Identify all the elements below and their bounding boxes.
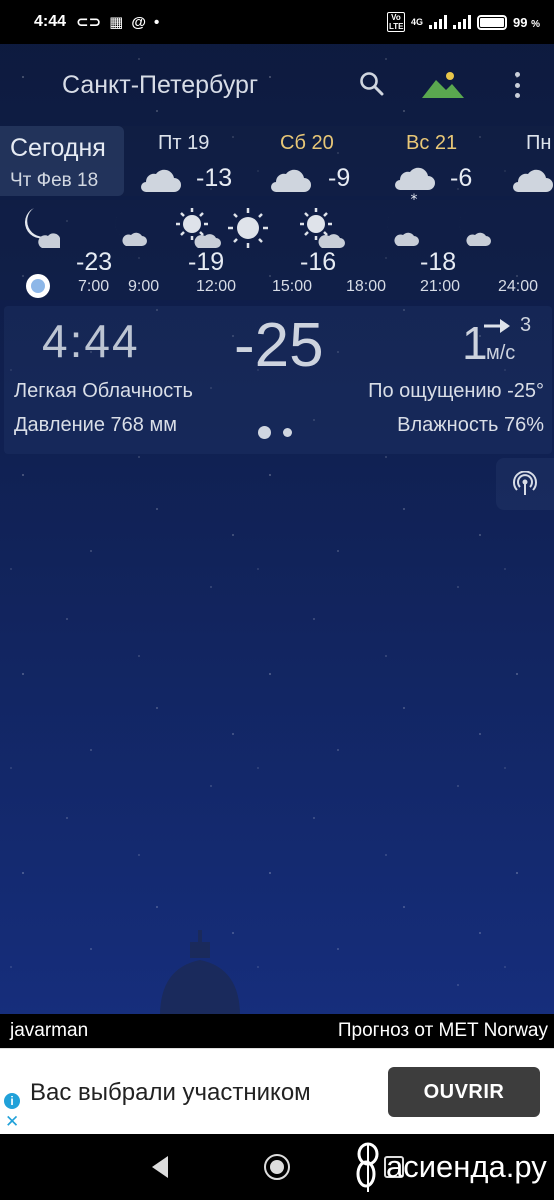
day-item[interactable]: Вс 21 * -6 <box>392 126 502 204</box>
cloud-icon <box>271 169 311 192</box>
sun-cloud-icon <box>300 208 345 248</box>
status-time: 4:44 <box>34 13 67 30</box>
moon-cloud-icon <box>459 212 491 246</box>
daily-forecast-row: Сегодня Чт Фев 18 Пт 19 -13 Сб 20 -9 Вс … <box>0 126 554 204</box>
pressure: Давление 768 мм <box>14 414 177 436</box>
hourly-temp: -23 <box>76 248 113 276</box>
network-type: 4G <box>410 17 423 27</box>
hourly-time: 21:00 <box>420 278 461 295</box>
ad-text[interactable]: Вас выбрали участником <box>30 1079 368 1107</box>
hourly-time: 24:00 <box>498 278 539 295</box>
mountain-icon[interactable] <box>422 70 464 100</box>
hourly-time: 12:00 <box>196 278 237 295</box>
ad-close-icon[interactable]: ✕ <box>5 1112 19 1132</box>
day-name: Вс 21 <box>406 132 458 154</box>
page-dot-active <box>258 426 271 439</box>
ad-open-button[interactable]: OUVRIR <box>388 1067 540 1117</box>
app-bar: Санкт-Петербург <box>0 60 554 110</box>
watermark: асиенда.ру <box>352 1140 547 1194</box>
moon-cloud-icon <box>24 208 60 248</box>
hourly-time: 9:00 <box>128 278 160 295</box>
hourly-temp: -18 <box>420 248 457 276</box>
city-title[interactable]: Санкт-Петербург <box>62 71 258 100</box>
clock: 4:44 <box>42 315 140 367</box>
more-vert-icon[interactable] <box>510 70 524 100</box>
volte-icon: Vo LTE <box>386 12 405 32</box>
page-dot <box>283 428 292 437</box>
cloud-icon <box>513 169 553 192</box>
page-indicator[interactable] <box>258 426 292 439</box>
hourly-time: 15:00 <box>272 278 313 295</box>
day-name: Сб 20 <box>280 132 334 154</box>
back-icon[interactable] <box>148 1154 172 1180</box>
condition-text: Легкая Облачность <box>14 380 193 402</box>
link-icon: ⊂⊃ <box>76 14 102 31</box>
hourly-temp: -16 <box>300 248 337 276</box>
feels-like: По ощущению -25° <box>368 380 544 402</box>
broadcast-icon <box>513 471 537 495</box>
cathedral-dome-silhouette <box>160 930 240 1016</box>
moon-cloud-icon <box>115 212 147 246</box>
signal-icon <box>429 15 447 29</box>
wind-gust: 3 <box>520 314 532 336</box>
hourly-time: 18:00 <box>346 278 387 295</box>
battery-icon <box>477 14 507 30</box>
cloud-snow-icon: * <box>395 167 435 204</box>
dot-icon: • <box>154 13 160 31</box>
status-bar: 4:44 ⊂⊃ ▦ @ • Vo LTE 4G 99 % <box>0 0 554 44</box>
day-today[interactable]: Сегодня Чт Фев 18 <box>0 126 124 196</box>
sun-cloud-icon <box>176 208 221 248</box>
today-title: Сегодня <box>10 134 106 162</box>
home-icon[interactable] <box>264 1154 290 1180</box>
wind-direction-arrow-icon <box>484 319 510 333</box>
wind-unit: м/с <box>486 342 516 364</box>
humidity: Влажность 76% <box>397 414 544 436</box>
ad-info-icon[interactable]: i <box>4 1093 20 1109</box>
forecast-source[interactable]: Прогноз от MET Norway <box>338 1020 548 1042</box>
username: javarman <box>10 1020 89 1041</box>
day-name: Пн <box>526 132 552 154</box>
current-temperature: -25 <box>234 311 324 380</box>
search-icon[interactable] <box>358 70 386 98</box>
signal-icon-2 <box>453 15 471 29</box>
ad-banner[interactable]: Вас выбрали участником OUVRIR i ✕ <box>0 1048 554 1134</box>
current-time-marker <box>26 274 50 298</box>
moon-cloud-icon <box>387 212 419 246</box>
day-temp: -13 <box>196 164 233 192</box>
footer-bar: javarman Прогноз от MET Norway <box>0 1014 554 1048</box>
watermark-logo <box>356 1142 379 1192</box>
day-item[interactable]: Пт 19 -13 <box>138 126 248 196</box>
day-temp: -6 <box>450 164 473 192</box>
today-date: Чт Фев 18 <box>10 170 99 191</box>
at-icon: @ <box>131 13 146 31</box>
day-item[interactable]: Сб 20 -9 <box>268 126 378 196</box>
hourly-time: 7:00 <box>78 278 110 295</box>
day-item[interactable]: Пн <box>508 126 554 196</box>
hourly-forecast-row[interactable]: -23 -19 -16 -18 7:00 9:00 12:00 15:00 18… <box>0 200 554 300</box>
day-name: Пт 19 <box>158 132 210 154</box>
day-temp: -9 <box>328 164 351 192</box>
calendar-icon: ▦ <box>109 14 124 31</box>
battery-percent: 99 % <box>513 14 540 30</box>
watermark-text: асиенда.ру <box>386 1149 547 1184</box>
sun-icon <box>228 208 268 248</box>
current-conditions-panel[interactable]: 4:44 -25 1 3 м/с Легкая Облачность По ощ… <box>4 306 552 454</box>
hourly-temp: -19 <box>188 248 225 276</box>
cloud-icon <box>141 169 181 192</box>
radar-button[interactable] <box>496 458 554 510</box>
